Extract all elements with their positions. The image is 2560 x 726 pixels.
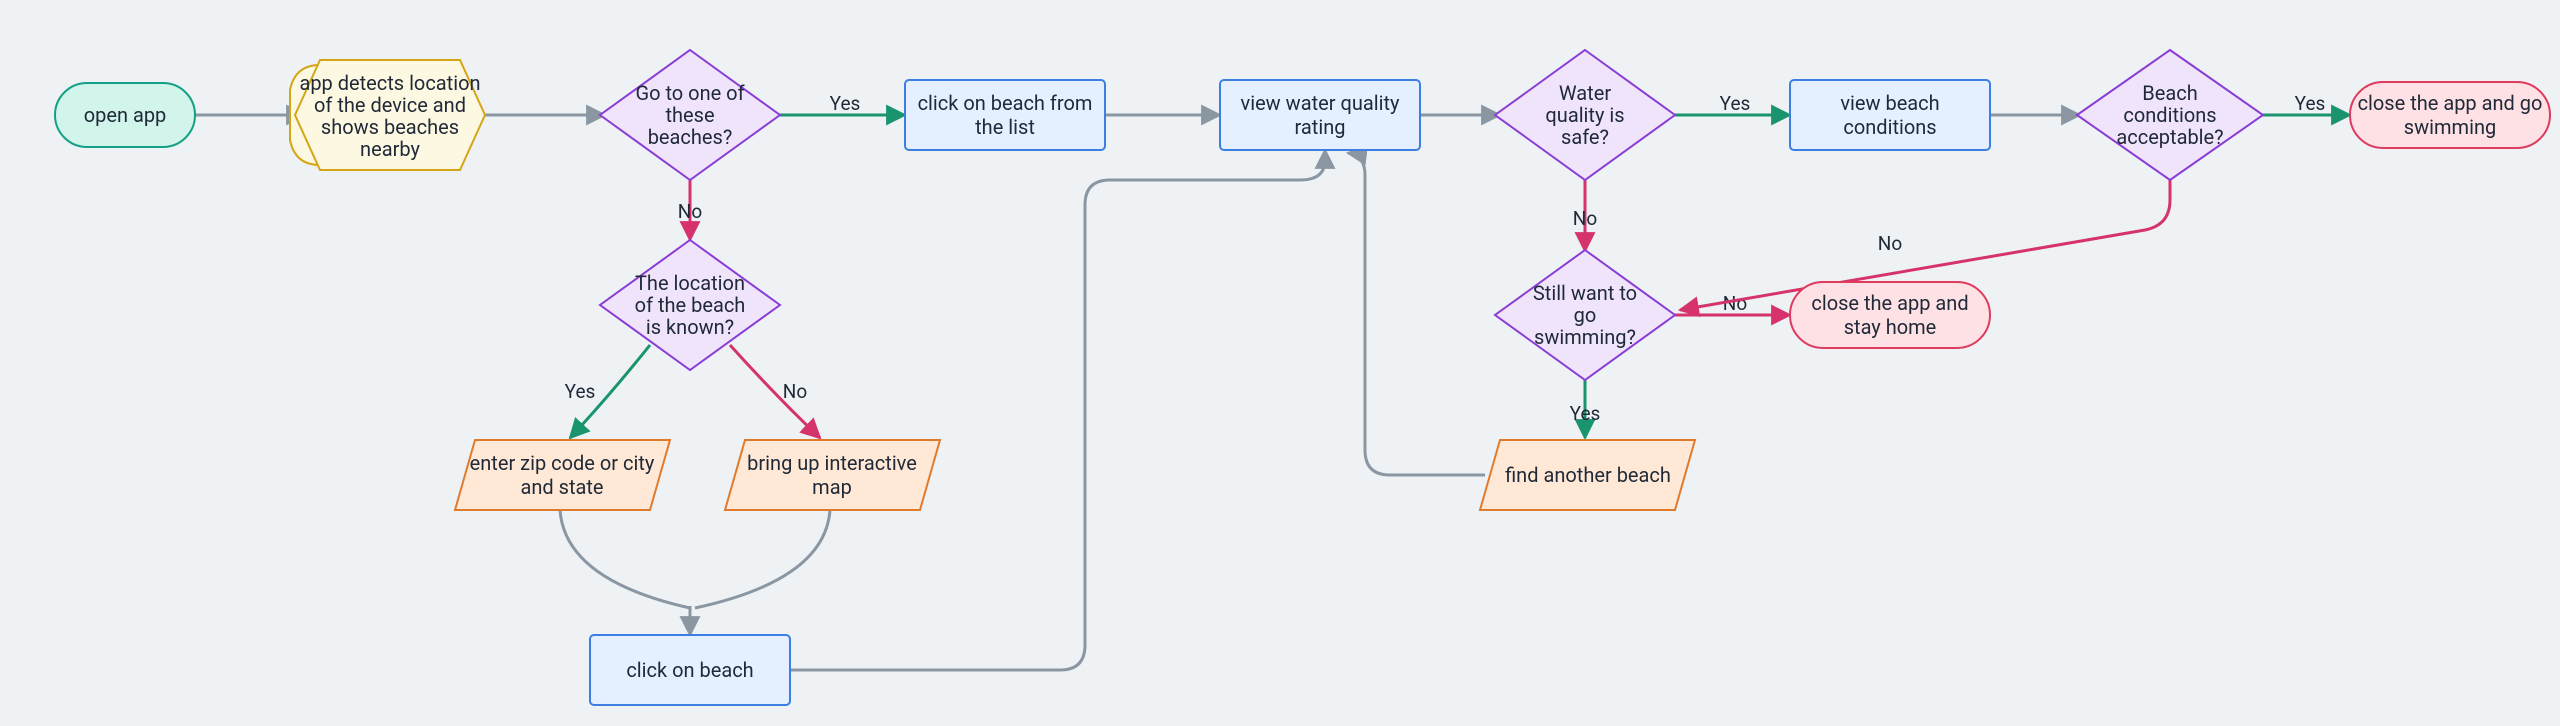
svg-text:app detects location: app detects location [299, 71, 480, 95]
svg-text:and state: and state [520, 475, 603, 499]
node-conditions-acceptable: Beach conditions acceptable? [2077, 50, 2263, 180]
svg-text:the list: the list [975, 115, 1035, 139]
node-go-one-of-these: Go to one of these beaches? [600, 50, 780, 180]
svg-text:Beach: Beach [2142, 81, 2197, 105]
node-location-known: The location of the beach is known? [600, 240, 780, 370]
node-click-beach-list: click on beach from the list [905, 80, 1105, 150]
node-close-go-swimming: close the app and go swimming [2350, 82, 2550, 148]
flowchart: Yes No Yes No Yes No Yes No [0, 0, 2560, 726]
edge-label-no: No [1573, 207, 1597, 230]
edges: Yes No Yes No Yes No Yes No [195, 92, 2350, 670]
svg-text:safe?: safe? [1561, 125, 1609, 149]
svg-text:is known?: is known? [646, 315, 734, 339]
svg-text:Go to one of: Go to one of [635, 81, 744, 105]
svg-text:view water quality: view water quality [1241, 91, 1400, 115]
edge-label-yes: Yes [2295, 92, 2326, 115]
node-view-water-quality: view water quality rating [1220, 80, 1420, 150]
node-find-another-beach: find another beach [1480, 440, 1695, 510]
svg-text:Still want to: Still want to [1533, 281, 1637, 305]
node-still-want-swim: Still want to go swimming? [1495, 250, 1675, 380]
svg-text:find another beach: find another beach [1505, 463, 1671, 487]
edge-label-yes: Yes [1570, 402, 1601, 425]
svg-text:acceptable?: acceptable? [2116, 125, 2223, 149]
svg-text:close the app and go: close the app and go [2358, 91, 2543, 115]
edge-label-yes: Yes [1720, 92, 1751, 115]
node-enter-zip: enter zip code or city and state [455, 440, 670, 510]
svg-text:map: map [812, 475, 852, 499]
edge-label-yes: Yes [830, 92, 861, 115]
svg-text:Water: Water [1559, 81, 1611, 105]
svg-text:view beach: view beach [1840, 91, 1939, 115]
node-view-beach-conditions: view beach conditions [1790, 80, 1990, 150]
svg-text:of the device and: of the device and [314, 93, 466, 117]
edge-label-no: No [678, 200, 702, 223]
svg-text:quality is: quality is [1545, 103, 1624, 127]
edge-label-no: No [1878, 232, 1902, 255]
svg-text:click on beach: click on beach [626, 658, 753, 682]
node-water-quality-safe: Water quality is safe? [1495, 50, 1675, 180]
svg-text:these: these [665, 103, 714, 127]
svg-text:swimming: swimming [2404, 115, 2496, 139]
node-click-beach: click on beach [590, 635, 790, 705]
svg-text:conditions: conditions [1843, 115, 1936, 139]
svg-text:go: go [1574, 303, 1597, 327]
svg-text:open app: open app [84, 103, 167, 127]
svg-text:click on beach from: click on beach from [918, 91, 1093, 115]
svg-text:of the beach: of the beach [635, 293, 746, 317]
svg-text:conditions: conditions [2123, 103, 2216, 127]
node-close-stay-home: close the app and stay home [1790, 282, 1990, 348]
svg-text:The location: The location [635, 271, 745, 295]
edge-label-no: No [783, 380, 807, 403]
svg-text:shows beaches: shows beaches [321, 115, 459, 139]
node-detect-location: app detects location of the device and s… [290, 60, 485, 170]
svg-text:rating: rating [1295, 115, 1346, 139]
svg-text:stay home: stay home [1844, 315, 1937, 339]
edge-label-yes: Yes [565, 380, 596, 403]
node-interactive-map: bring up interactive map [725, 440, 940, 510]
svg-text:nearby: nearby [360, 137, 420, 161]
svg-text:enter zip code or city: enter zip code or city [470, 451, 655, 475]
node-open-app: open app [55, 83, 195, 147]
svg-text:beaches?: beaches? [648, 125, 733, 149]
svg-text:bring up interactive: bring up interactive [747, 451, 917, 475]
svg-text:swimming?: swimming? [1534, 325, 1636, 349]
svg-text:close the app and: close the app and [1811, 291, 1968, 315]
